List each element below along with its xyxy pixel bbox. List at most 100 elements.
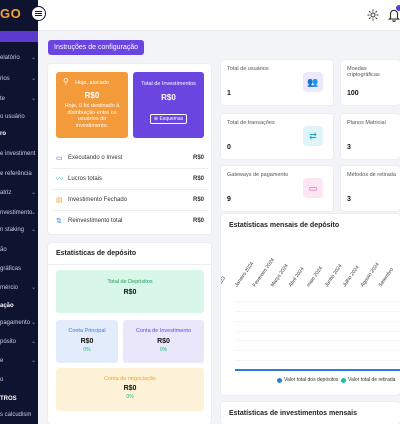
sidebar-item: ação bbox=[0, 299, 38, 313]
users-icon: 👥 bbox=[303, 72, 323, 92]
sidebar-item[interactable]: gráficas bbox=[0, 262, 38, 276]
main-account-box: Conta Principal R$0 0% bbox=[56, 320, 118, 363]
chevron-down-icon: ⌄ bbox=[30, 227, 36, 233]
sidebar-item[interactable]: n staking ⌄ bbox=[0, 223, 38, 237]
sidebar-item-label: e bbox=[0, 358, 4, 364]
sidebar-item[interactable]: e referência bbox=[0, 167, 38, 181]
sidebar-item-label: gráficas bbox=[0, 266, 22, 272]
sidebar-item[interactable]: rios ⌄ bbox=[0, 72, 38, 86]
schemes-button[interactable]: ⊕ Esquemas bbox=[149, 114, 188, 124]
sidebar-item: TROS bbox=[0, 392, 38, 406]
stat-label: Lucros totais bbox=[68, 176, 103, 182]
sidebar-item-label: e investiment bbox=[0, 151, 36, 157]
today-allocated-card: ⚲ Hoje, alocado R$0 Hoje, 0 foi destinad… bbox=[56, 72, 128, 138]
legend-withdrawals-label: Valor total de retirada bbox=[348, 377, 396, 383]
sidebar-item-label: te bbox=[0, 96, 6, 102]
metric-card: Total de transações 0 ⇄ bbox=[221, 114, 333, 159]
x-tick-label: Abril 2024 bbox=[288, 266, 306, 288]
legend-deposits-label: Valor total dos depósitos bbox=[284, 377, 339, 383]
stat-label: Reinvestimento total bbox=[68, 218, 123, 224]
deposit-chart: 2023 Janeiro 2024Fevereiro 2024Março 2024… bbox=[221, 257, 400, 371]
metric-label: Gateways de pagamento bbox=[227, 172, 289, 178]
sidebar-item-label: TROS bbox=[0, 396, 17, 402]
sidebar-item: ro bbox=[0, 127, 38, 141]
legend-deposits-swatch bbox=[277, 377, 282, 383]
x-tick-label: 2023 bbox=[221, 275, 227, 288]
chevron-down-icon: ⌄ bbox=[30, 285, 36, 291]
wallet-icon: ▭ bbox=[56, 155, 63, 162]
metric-label: Planos Matricial bbox=[347, 120, 386, 126]
gear-icon[interactable] bbox=[367, 9, 379, 21]
stat-row: ▭ Executando o Invest R$0 bbox=[56, 152, 204, 164]
sidebar-item-label: rios bbox=[0, 76, 10, 82]
sidebar-item-label: pagamento bbox=[0, 320, 31, 326]
today-allocated-desc-1: Hoje, 0 foi destinado à bbox=[64, 103, 120, 109]
sidebar-item[interactable]: mércio ⌄ bbox=[0, 281, 38, 295]
metric-label: Total de usuários bbox=[227, 66, 269, 72]
sidebar-item[interactable]: atriz ⌄ bbox=[0, 186, 38, 200]
brand-logo: GO bbox=[0, 6, 22, 21]
sidebar-item-label: elatório bbox=[0, 55, 20, 61]
chevron-down-icon: ⌄ bbox=[30, 190, 36, 196]
sidebar-item[interactable]: elatório ⌄ bbox=[0, 51, 38, 65]
sidebar-item-label: s calcudism bbox=[0, 412, 32, 418]
investment-account-amount: R$0 bbox=[157, 338, 170, 345]
sidebar-item-label: o bbox=[0, 377, 4, 383]
sidebar-active-item[interactable] bbox=[0, 31, 38, 42]
chevron-down-icon: ⌄ bbox=[30, 339, 36, 345]
stat-label: Investimento Fechado bbox=[68, 197, 128, 203]
negotiation-account-amount: R$0 bbox=[123, 385, 137, 392]
main-account-amount: R$0 bbox=[80, 338, 94, 345]
metric-label: Métodos de retirada bbox=[347, 172, 396, 178]
chevron-down-icon: ⌄ bbox=[30, 96, 36, 102]
sidebar-item[interactable]: e investiment bbox=[0, 147, 38, 161]
metric-value: 3 bbox=[347, 144, 351, 151]
sidebar-item[interactable]: pagamento ⌄ bbox=[0, 316, 38, 330]
deposit-stats-title: Estatísticas de depósito bbox=[56, 250, 137, 257]
sidebar-item[interactable]: e ⌄ bbox=[0, 354, 38, 368]
sidebar-item-label: nvestimento bbox=[0, 210, 33, 216]
chevron-down-icon: ⌄ bbox=[30, 55, 36, 61]
metric-value: 100 bbox=[347, 90, 359, 97]
x-tick-label: Setembro bbox=[378, 267, 395, 288]
trend-icon: 〰 bbox=[56, 176, 63, 183]
sidebar-item-label: atriz bbox=[0, 190, 12, 196]
sidebar-item-label: mércio bbox=[0, 285, 19, 291]
legend-withdrawals[interactable]: Valor total de retirada bbox=[341, 377, 395, 383]
stat-row: ▤ Investimento Fechado R$0 bbox=[56, 194, 204, 206]
sidebar-item-label: e referência bbox=[0, 171, 32, 177]
today-allocated-desc-4: investimento. bbox=[75, 122, 109, 129]
main-account-pct: 0% bbox=[83, 347, 91, 353]
sidebar-item[interactable]: nvestimento ⌄ bbox=[0, 206, 38, 220]
sidebar-item-label: n staking bbox=[0, 227, 25, 233]
sidebar-item-label: ão bbox=[0, 247, 7, 253]
chevron-down-icon: ⌄ bbox=[30, 358, 36, 364]
metric-card: Métodos de retirada 3 bbox=[341, 166, 400, 211]
chevron-down-icon: ⌄ bbox=[30, 320, 36, 326]
sidebar-item[interactable]: te ⌄ bbox=[0, 92, 38, 106]
negotiation-account-label: Conta de negociação bbox=[104, 376, 156, 382]
sidebar-item[interactable]: s calcudism bbox=[0, 408, 38, 422]
total-deposits-label: Total de Depósitos bbox=[107, 279, 153, 285]
metric-label: Total de transações bbox=[227, 120, 275, 126]
total-investments-title: Total de Investimentos bbox=[141, 81, 196, 87]
setup-instructions-button[interactable]: Instruções de configuração bbox=[48, 40, 145, 55]
metric-card: Total de usuários 1 👥 bbox=[221, 60, 333, 105]
legend-deposits[interactable]: Valor total dos depósitos bbox=[277, 377, 338, 383]
negotiation-account-box: Conta de negociação R$0 0% bbox=[56, 368, 204, 411]
sidebar-item[interactable]: o usuário bbox=[0, 110, 38, 124]
metric-value: 0 bbox=[227, 144, 231, 151]
metric-value: 9 bbox=[227, 196, 231, 203]
investment-chart-title: Estatísticas de investimentos mensais bbox=[229, 410, 357, 417]
menu-toggle-icon[interactable] bbox=[31, 6, 46, 21]
metric-value: 1 bbox=[227, 90, 231, 97]
sidebar-item[interactable]: pósito ⌄ bbox=[0, 335, 38, 349]
sidebar-item[interactable]: o bbox=[0, 373, 38, 387]
sidebar-item[interactable]: ão bbox=[0, 243, 38, 257]
legend-withdrawals-swatch bbox=[341, 377, 346, 383]
total-investments-amount: R$0 bbox=[161, 93, 176, 102]
credit-card-icon: ▭ bbox=[303, 178, 323, 198]
investment-account-box: Conta de Investimento R$0 0% bbox=[123, 320, 204, 363]
stat-value: R$0 bbox=[192, 155, 204, 161]
x-tick-label: Julho 2024 bbox=[342, 264, 361, 288]
